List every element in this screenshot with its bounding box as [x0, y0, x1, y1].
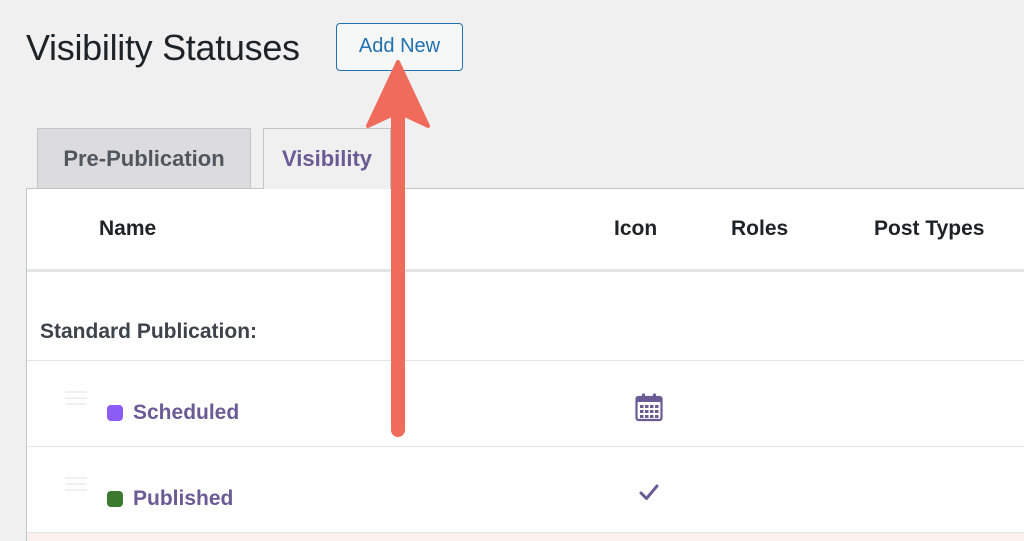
column-header-roles: Roles [731, 217, 789, 240]
group-row-standard-publication: Standard Publication: [27, 272, 1024, 361]
column-header-name[interactable]: Name [99, 217, 156, 241]
drag-handle-icon[interactable] [65, 391, 87, 407]
column-header-icon: Icon [614, 217, 658, 240]
add-new-button[interactable]: Add New [336, 23, 463, 71]
table-header: Name Icon Roles Post Types [27, 189, 1024, 272]
calendar-icon [635, 393, 663, 422]
table-row[interactable]: Published [27, 447, 1024, 533]
column-header-post-types: Post Types [874, 217, 985, 240]
table-row [27, 533, 1024, 541]
visibility-statuses-page: Visibility Statuses Add New Pre-Publicat… [0, 0, 1024, 541]
group-label: Standard Publication: [40, 320, 258, 343]
statuses-table: Name Icon Roles Post Types Standard Publ… [26, 189, 1024, 541]
checkmark-icon [639, 484, 659, 500]
status-color-swatch [107, 405, 123, 421]
drag-handle-icon[interactable] [65, 477, 87, 493]
table-row[interactable]: Scheduled [27, 361, 1024, 447]
status-link-scheduled[interactable]: Scheduled [133, 401, 239, 425]
page-title: Visibility Statuses [26, 27, 300, 68]
status-color-swatch [107, 491, 123, 507]
tab-visibility[interactable]: Visibility [263, 128, 391, 189]
tab-pre-publication[interactable]: Pre-Publication [37, 128, 251, 188]
status-link-published[interactable]: Published [133, 487, 233, 511]
